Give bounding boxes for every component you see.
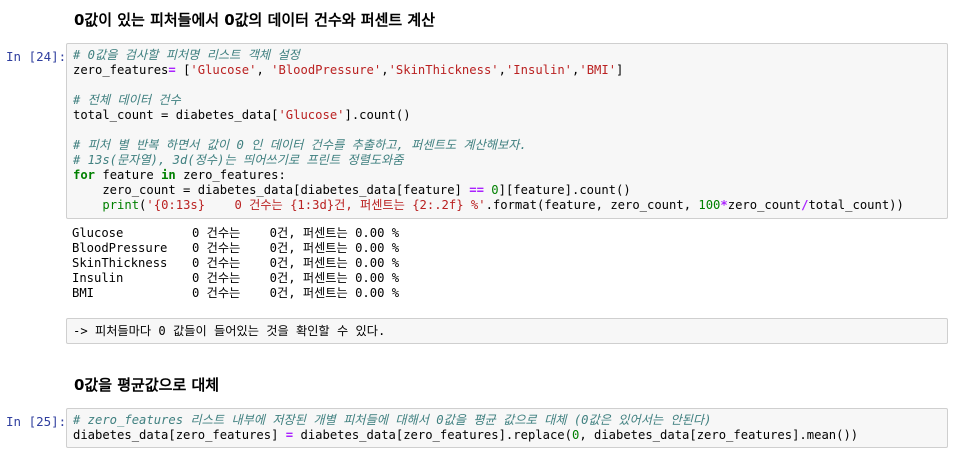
output-row: BMI 0 건수는 0건, 퍼센트는 0.00 % <box>72 286 399 301</box>
feature-name: BloodPressure <box>72 241 168 255</box>
cell-prompt-25: In [25]: <box>6 414 67 429</box>
code-text: .format(feature, zero_count, <box>485 198 699 212</box>
code-line-total-count: total_count = diabetes_data['Glucose'].c… <box>73 108 941 123</box>
code-text: zero_count = diabetes_data[diabetes_data… <box>73 183 470 197</box>
comment-text: # 피처 별 반복 하면서 값이 0 인 데이터 건수를 추출하고, 퍼센트도 … <box>73 138 527 152</box>
output-row: BloodPressure 0 건수는 0건, 퍼센트는 0.00 % <box>72 241 399 256</box>
code-line-zero-count: zero_count = diabetes_data[diabetes_data… <box>73 183 941 198</box>
comment-text: # 13s(문자열), 3d(정수)는 띄어쓰기로 프린트 정렬도와줌 <box>73 153 404 167</box>
output-row: SkinThickness 0 건수는 0건, 퍼센트는 0.00 % <box>72 256 399 271</box>
string-item: 'Glucose' <box>190 63 257 77</box>
string-item: 'BloodPressure' <box>271 63 382 77</box>
code-text: zero_features: <box>175 168 286 182</box>
comma: , <box>256 63 272 77</box>
output-text: 0 건수는 0건, 퍼센트는 0.00 % <box>192 286 400 300</box>
string-literal: 'Glucose' <box>278 108 345 122</box>
keyword-in: in <box>161 168 176 182</box>
markdown-note-cell[interactable]: -> 피처들마다 0 값들이 들어있는 것을 확인할 수 있다. <box>66 318 948 344</box>
markdown-note-text: -> 피처들마다 0 값들이 들어있는 것을 확인할 수 있다. <box>73 324 386 338</box>
string-item: 'BMI' <box>579 63 617 77</box>
bracket-close: ] <box>616 63 624 77</box>
comma: , <box>381 63 389 77</box>
string-item: 'SkinThickness' <box>388 63 499 77</box>
comma: , <box>498 63 506 77</box>
code-line-for: for feature in zero_features: <box>73 168 941 183</box>
feature-name: Insulin <box>72 271 124 285</box>
code-line-replace: diabetes_data[zero_features] = diabetes_… <box>73 428 941 443</box>
code-comment: # zero_features 리스트 내부에 저장된 개별 피처들에 대해서 … <box>73 413 941 428</box>
output-row: Insulin 0 건수는 0건, 퍼센트는 0.00 % <box>72 271 399 286</box>
output-text: 0 건수는 0건, 퍼센트는 0.00 % <box>192 226 400 240</box>
code-text: feature <box>95 168 162 182</box>
code-text: total_count = diabetes_data[ <box>73 108 279 122</box>
builtin-print: print <box>102 198 140 212</box>
keyword-for: for <box>73 168 96 182</box>
comment-text: # zero_features 리스트 내부에 저장된 개별 피처들에 대해서 … <box>73 413 712 427</box>
code-text: ].count() <box>344 108 411 122</box>
operator: == <box>469 183 484 197</box>
comment-text: # 0값을 검사할 피처명 리스트 객체 설정 <box>73 48 300 62</box>
section-heading-replace-mean: 0값을 평균값으로 대체 <box>74 376 220 394</box>
number-literal: 100 <box>698 198 721 212</box>
code-text: diabetes_data[zero_features].replace( <box>293 428 572 442</box>
code-line-print: print('{0:13s} 0 건수는 {1:3d}건, 퍼센트는 {2:.2… <box>73 198 941 213</box>
code-comment: # 전체 데이터 건수 <box>73 93 941 108</box>
var-name: zero_features <box>73 63 169 77</box>
output-text: 0 건수는 0건, 퍼센트는 0.00 % <box>192 241 400 255</box>
code-text: total_count)) <box>808 198 904 212</box>
code-comment: # 피처 별 반복 하면서 값이 0 인 데이터 건수를 추출하고, 퍼센트도 … <box>73 138 941 153</box>
code-text: diabetes_data[zero_features] <box>73 428 286 442</box>
number-literal: 0 <box>491 183 499 197</box>
feature-name: BMI <box>72 286 95 300</box>
output-text: 0 건수는 0건, 퍼센트는 0.00 % <box>192 271 400 285</box>
code-line-zero-features: zero_features= ['Glucose', 'BloodPressur… <box>73 63 941 78</box>
comment-text: # 전체 데이터 건수 <box>73 93 181 107</box>
bracket-open: [ <box>175 63 191 77</box>
code-text: ][feature].count() <box>498 183 631 197</box>
section-heading-zero-count: 0값이 있는 피처들에서 0값의 데이터 건수와 퍼센트 계산 <box>74 11 436 29</box>
feature-name: Glucose <box>72 226 124 240</box>
cell-output-24: Glucose 0 건수는 0건, 퍼센트는 0.00 % BloodPressu… <box>72 226 399 301</box>
code-text: , diabetes_data[zero_features].mean()) <box>579 428 859 442</box>
string-literal: '{0:13s} 0 건수는 {1:3d}건, 퍼센트는 {2:.2f} %' <box>146 198 486 212</box>
code-cell-24[interactable]: # 0값을 검사할 피처명 리스트 객체 설정 zero_features= [… <box>66 43 948 219</box>
string-item: 'Insulin' <box>505 63 573 77</box>
code-comment: # 0값을 검사할 피처명 리스트 객체 설정 <box>73 48 941 63</box>
output-row: Glucose 0 건수는 0건, 퍼센트는 0.00 % <box>72 226 399 241</box>
output-text: 0 건수는 0건, 퍼센트는 0.00 % <box>192 256 400 270</box>
code-comment: # 13s(문자열), 3d(정수)는 띄어쓰기로 프린트 정렬도와줌 <box>73 153 941 168</box>
code-text: zero_count <box>727 198 802 212</box>
code-cell-25[interactable]: # zero_features 리스트 내부에 저장된 개별 피처들에 대해서 … <box>66 408 948 448</box>
operator: * <box>720 198 728 212</box>
cell-prompt-24: In [24]: <box>6 49 67 64</box>
feature-name: SkinThickness <box>72 256 168 270</box>
operator: = <box>168 63 176 77</box>
